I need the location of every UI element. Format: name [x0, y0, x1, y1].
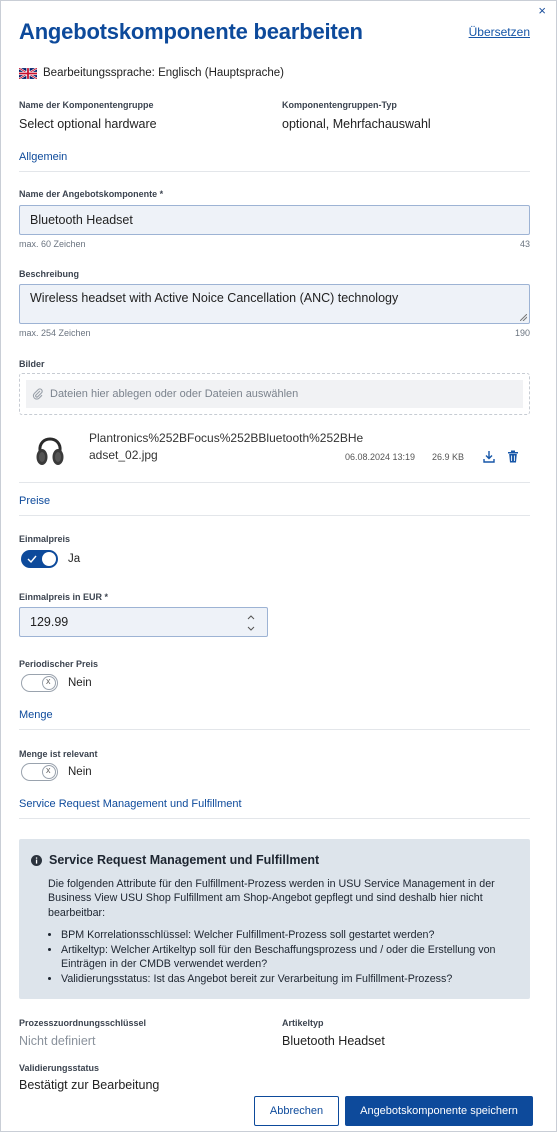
- quantity-relevant-label: Menge ist relevant: [19, 749, 98, 759]
- paperclip-icon: [32, 388, 43, 400]
- process-key-value: Nicht definiert: [19, 1034, 96, 1048]
- info-bullet: Artikeltyp: Welcher Artikeltyp soll für …: [61, 943, 516, 972]
- trash-icon[interactable]: [507, 450, 519, 463]
- periodic-price-label: Periodischer Preis: [19, 659, 99, 669]
- one-time-price-toggle[interactable]: [21, 550, 58, 568]
- process-key-label: Prozesszuordnungsschlüssel: [19, 1018, 147, 1028]
- section-general: Allgemein: [19, 151, 530, 172]
- info-bullet: BPM Korrelationsschlüssel: Welcher Fulfi…: [61, 928, 516, 943]
- section-quantity: Menge: [19, 709, 530, 730]
- save-button[interactable]: Angebotskomponente speichern: [345, 1096, 533, 1126]
- editing-language-text: Bearbeitungssprache: Englisch (Hauptspra…: [43, 67, 284, 79]
- component-name-count: 43: [519, 239, 530, 249]
- periodic-price-toggle[interactable]: x: [21, 674, 58, 692]
- description-textarea[interactable]: Wireless headset with Active Noice Cance…: [19, 284, 530, 324]
- x-icon: x: [46, 676, 51, 686]
- group-name-value: Select optional hardware: [19, 117, 157, 131]
- check-icon: [27, 555, 37, 564]
- group-type-value: optional, Mehrfachauswahl: [282, 117, 431, 131]
- editing-language: Bearbeitungssprache: Englisch (Hauptspra…: [19, 67, 284, 79]
- component-name-label: Name der Angebotskomponente *: [19, 189, 164, 199]
- component-name-input[interactable]: Bluetooth Headset: [19, 205, 530, 235]
- images-label: Bilder: [19, 359, 45, 369]
- article-type-value: Bluetooth Headset: [282, 1034, 385, 1048]
- number-stepper-icon[interactable]: [247, 614, 255, 632]
- file-name: Plantronics%252BFocus%252BBluetooth%252B…: [89, 431, 364, 462]
- dropzone-bar[interactable]: Dateien hier ablegen oder oder Dateien a…: [26, 380, 523, 408]
- dropzone-text: Dateien hier ablegen oder oder Dateien a…: [50, 388, 299, 400]
- article-type-label: Artikeltyp: [282, 1018, 324, 1028]
- resize-handle-icon[interactable]: [520, 314, 527, 321]
- info-title-row: Service Request Management und Fulfillme…: [31, 853, 516, 868]
- download-icon[interactable]: [483, 450, 495, 463]
- description-value: Wireless headset with Active Noice Cance…: [30, 291, 399, 305]
- info-icon: [31, 854, 42, 866]
- toggle-knob: [42, 552, 56, 566]
- quantity-relevant-toggle[interactable]: x: [21, 763, 58, 781]
- close-icon[interactable]: ×: [538, 3, 546, 18]
- one-time-price-amount-label: Einmalpreis in EUR *: [19, 592, 109, 602]
- divider: [19, 482, 530, 483]
- translate-link[interactable]: Übersetzen: [469, 25, 530, 39]
- edit-offer-component-dialog: × Angebotskomponente bearbeiten Übersetz…: [0, 0, 557, 1132]
- one-time-price-toggle-text: Ja: [68, 553, 81, 565]
- section-srm: Service Request Management und Fulfillme…: [19, 798, 530, 819]
- file-date: 06.08.2024 13:19: [345, 452, 416, 462]
- validation-status-value: Bestätigt zur Bearbeitung: [19, 1078, 160, 1092]
- description-label: Beschreibung: [19, 269, 80, 279]
- cancel-button[interactable]: Abbrechen: [254, 1096, 339, 1126]
- one-time-price-amount-value: 129.99: [30, 615, 69, 629]
- uk-flag-icon: [19, 67, 37, 79]
- file-size: 26.9 KB: [432, 452, 465, 462]
- validation-status-label: Validierungsstatus: [19, 1063, 100, 1073]
- quantity-relevant-toggle-text: Nein: [68, 766, 92, 778]
- headset-thumbnail: [36, 437, 64, 465]
- group-type-label: Komponentengruppen-Typ: [282, 100, 397, 110]
- description-count: 190: [514, 328, 530, 338]
- info-bullet: Validierungsstatus: Ist das Angebot bere…: [61, 972, 516, 987]
- description-hint: max. 254 Zeichen: [19, 328, 91, 338]
- info-body: Die folgenden Attribute für den Fulfillm…: [31, 877, 516, 987]
- one-time-price-label: Einmalpreis: [19, 534, 71, 544]
- dialog-title: Angebotskomponente bearbeiten: [19, 19, 363, 44]
- component-name-hint: max. 60 Zeichen: [19, 239, 86, 249]
- x-icon: x: [46, 765, 51, 775]
- group-name-label: Name der Komponentengruppe: [19, 100, 154, 110]
- section-prices: Preise: [19, 495, 530, 516]
- component-name-value: Bluetooth Headset: [30, 213, 133, 227]
- file-dropzone[interactable]: Dateien hier ablegen oder oder Dateien a…: [19, 373, 530, 415]
- info-title: Service Request Management und Fulfillme…: [49, 853, 320, 867]
- one-time-price-amount-input[interactable]: 129.99: [19, 607, 268, 637]
- info-intro: Die folgenden Attribute für den Fulfillm…: [48, 877, 495, 919]
- info-list: BPM Korrelationsschlüssel: Welcher Fulfi…: [48, 928, 516, 986]
- srm-info-box: Service Request Management und Fulfillme…: [19, 839, 530, 999]
- periodic-price-toggle-text: Nein: [68, 677, 92, 689]
